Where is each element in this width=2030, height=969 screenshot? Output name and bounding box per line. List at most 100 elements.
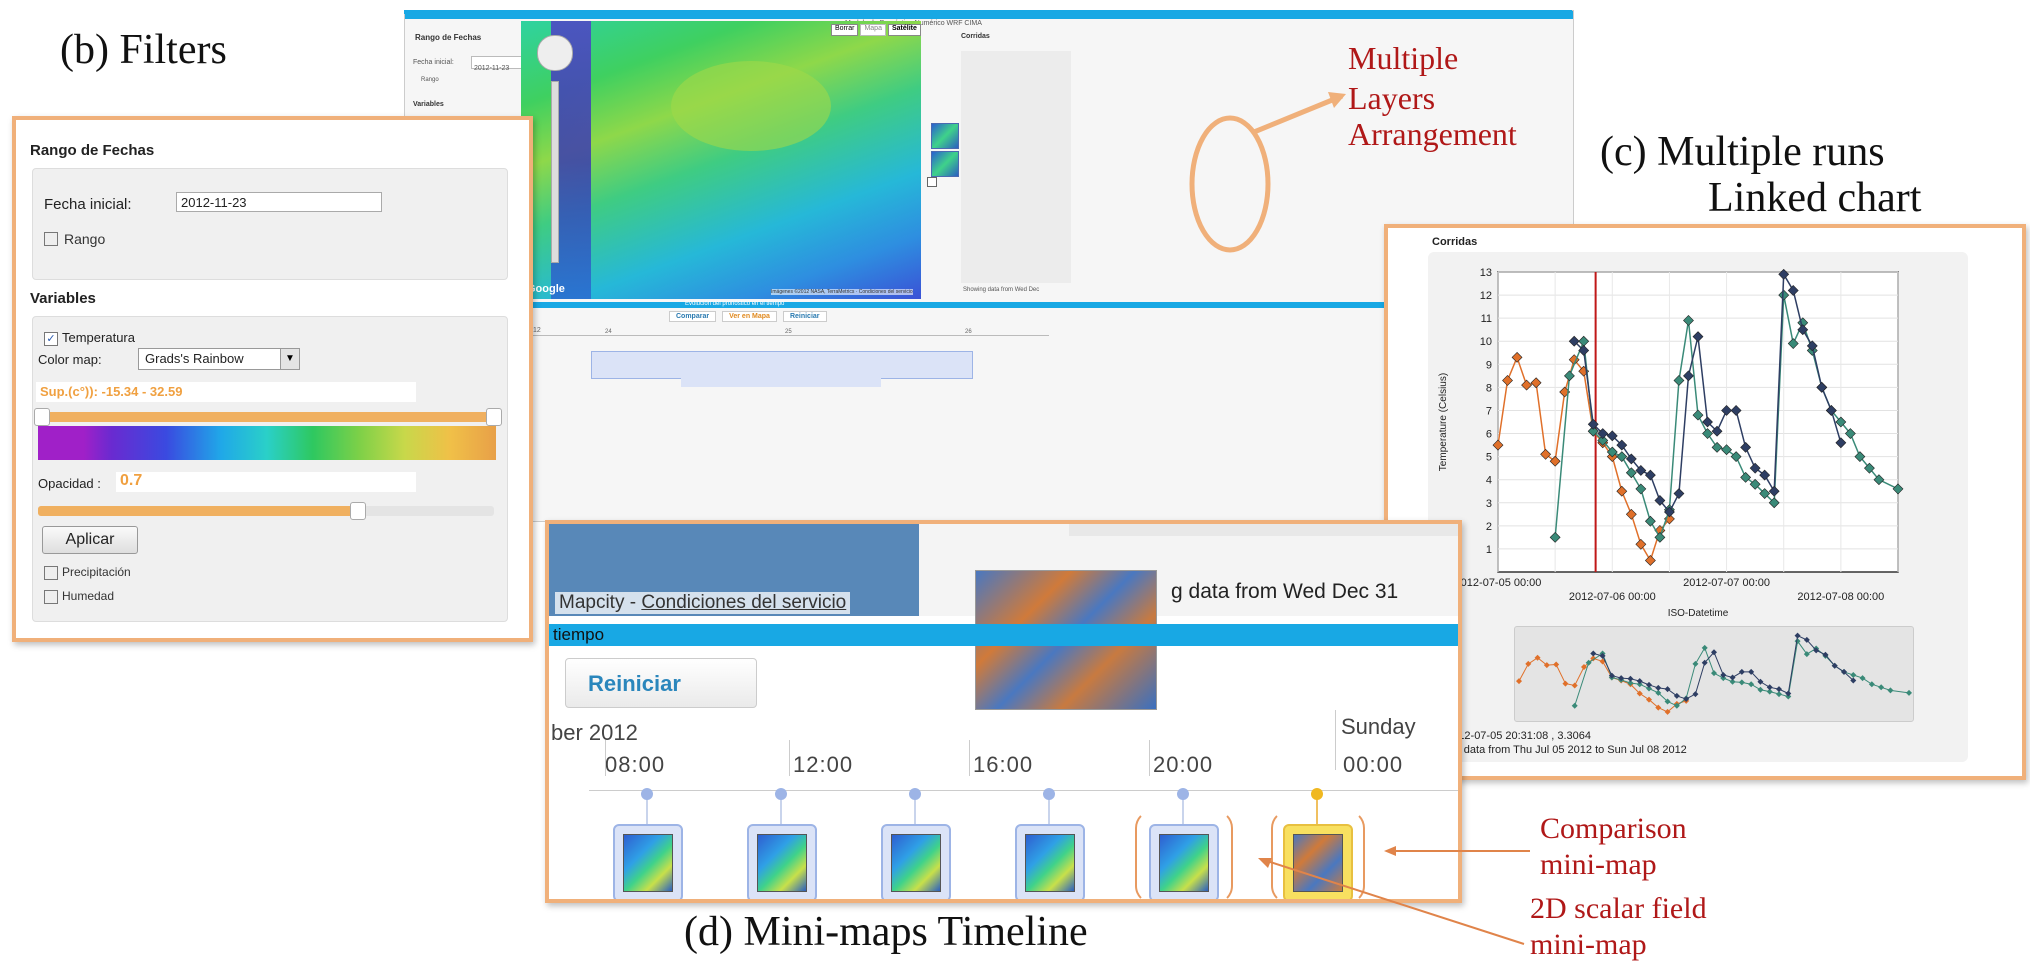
navigator-point: [1776, 686, 1782, 693]
colormap-label: Color map:: [38, 352, 102, 367]
temperatura-checkbox[interactable]: ✓: [44, 332, 58, 346]
time-dot-1[interactable]: [641, 788, 653, 800]
runs-line-chart[interactable]: 123456789101112132012-07-05 00:00 2012-07…: [1428, 258, 1948, 618]
time-label-0000: 00:00: [1343, 752, 1404, 777]
opacidad-value: 0.7: [120, 472, 143, 489]
sup-range-slider-track[interactable]: [38, 412, 494, 422]
filters-variables-heading: Variables: [30, 290, 96, 307]
aplicar-button[interactable]: Aplicar: [42, 526, 138, 554]
navigator-point: [1627, 675, 1634, 682]
map-satelite-button[interactable]: Satélite: [887, 24, 921, 36]
time-tick-3: [969, 740, 970, 776]
time-tick-4: [1149, 740, 1150, 776]
mapcity-credit: Mapcity - Condiciones del servicio: [555, 592, 851, 614]
humedad-checkbox[interactable]: [44, 590, 58, 604]
bg-corridas-title: Corridas: [961, 33, 990, 40]
navigator-point: [1850, 672, 1857, 678]
rango-checkbox[interactable]: [44, 232, 58, 246]
minimap-2[interactable]: [747, 824, 817, 899]
fecha-input[interactable]: [176, 192, 382, 212]
bg-fecha-label: Fecha inicial:: [413, 59, 454, 66]
navigator-point: [1766, 684, 1773, 691]
bg-sidebar-head: Rango de Fechas: [415, 33, 482, 42]
navigator-mini-chart: [1516, 632, 1912, 715]
opacidad-slider-handle[interactable]: [350, 502, 367, 520]
minimap-1[interactable]: [613, 824, 683, 899]
navigator-point: [1711, 670, 1717, 677]
opacidad-value-field: 0.7: [116, 472, 416, 492]
precipitacion-label: Precipitación: [62, 565, 131, 579]
bg-corridas-area: [961, 51, 1071, 283]
navigator-point: [1655, 684, 1662, 691]
y-tick-label: 10: [1480, 336, 1492, 348]
navigator-point: [1868, 681, 1875, 688]
rango-label: Rango: [64, 231, 106, 247]
precipitacion-checkbox[interactable]: [44, 566, 58, 580]
day-separator: [1335, 710, 1336, 770]
navigator-point: [1738, 679, 1745, 686]
filters-dates-box: [32, 168, 508, 280]
bg-timeline-head: Evolución del pronóstico en el tiempo: [685, 301, 785, 307]
opacidad-label: Opacidad :: [38, 476, 101, 491]
y-tick-label: 7: [1486, 405, 1492, 417]
bg-ver-mapa-button[interactable]: Ver en Mapa: [722, 311, 777, 322]
minimap-1-image: [623, 834, 673, 892]
minimap-2-image: [757, 834, 807, 892]
time-dot-3[interactable]: [909, 788, 921, 800]
condiciones-link[interactable]: Condiciones del servicio: [641, 592, 846, 613]
map-warm-patch: [671, 61, 831, 151]
navigator-point: [1906, 689, 1912, 696]
colormap-select[interactable]: Grads's Rainbow ▼: [138, 348, 300, 370]
y-tick-label: 8: [1486, 382, 1492, 394]
map-mapa-button[interactable]: Mapa: [860, 24, 886, 36]
map-pan-control[interactable]: [537, 35, 573, 71]
temperatura-label: Temperatura: [62, 330, 135, 345]
navigator-series-2: [1593, 634, 1854, 700]
caption-runs-line2: Linked chart: [1708, 175, 1922, 221]
weather-map[interactable]: Google Imágenes ©2012 NASA, TerraMetrics…: [521, 21, 921, 299]
map-imagery-credit: Imágenes ©2012 NASA, TerraMetrics · Cond…: [771, 289, 913, 295]
chart-navigator[interactable]: [1514, 626, 1914, 722]
navigator-point: [1646, 681, 1652, 688]
fecha-label: Fecha inicial:: [44, 196, 132, 213]
bg-reiniciar-button[interactable]: Reiniciar: [782, 311, 827, 322]
y-tick-label: 9: [1486, 359, 1492, 371]
chart-status-line2: owing data from Thu Jul 05 2012 to Sun J…: [1432, 744, 1687, 756]
opacidad-slider-track[interactable]: [38, 502, 494, 520]
reiniciar-button[interactable]: Reiniciar: [565, 658, 757, 708]
caption-filters: (b) Filters: [60, 27, 227, 73]
caption-runs-line1: (c) Multiple runs: [1600, 129, 1885, 175]
layer-thumb-1[interactable]: [931, 123, 959, 149]
time-dot-6-selected[interactable]: [1311, 788, 1323, 800]
bg-rango: Rango: [421, 77, 439, 83]
navigator-point: [1701, 644, 1708, 651]
time-dot-4[interactable]: [1043, 788, 1055, 800]
minimap-3[interactable]: [881, 824, 951, 899]
time-dot-5[interactable]: [1177, 788, 1189, 800]
y-tick-label: 6: [1486, 429, 1492, 441]
navigator-point: [1553, 661, 1560, 668]
x-tick-label: 2012-07-05 00:00: [1455, 577, 1542, 589]
navigator-point: [1636, 678, 1643, 685]
layer-checkbox[interactable]: [927, 177, 937, 187]
minimap-4[interactable]: [1015, 824, 1085, 899]
x-tick-label: 2012-07-08 00:00: [1797, 591, 1884, 603]
navigator-point: [1692, 691, 1699, 698]
time-tick-2: [789, 740, 790, 776]
sup-range-slider-handle-min[interactable]: [34, 408, 50, 426]
bg-comparar-button[interactable]: Comparar: [669, 311, 717, 322]
navigator-series-0: [1518, 657, 1687, 713]
bg-day-26: 26: [965, 329, 972, 335]
time-dot-2[interactable]: [775, 788, 787, 800]
navigator-point: [1516, 678, 1522, 685]
annotation-layers-2: Layers: [1348, 80, 1436, 116]
navigator-point: [1738, 668, 1745, 675]
layer-thumb-2[interactable]: [931, 151, 959, 177]
sup-range-slider-handle-max[interactable]: [486, 408, 502, 426]
colormap-value: Grads's Rainbow: [145, 351, 244, 366]
map-zoom-slider[interactable]: [551, 81, 559, 263]
filters-panel: Rango de Fechas Fecha inicial: Rango Var…: [12, 116, 533, 642]
bg-timeline-axis: [489, 335, 1049, 336]
map-borrar-button[interactable]: Borrar: [831, 24, 859, 36]
navigator-point: [1878, 684, 1885, 691]
